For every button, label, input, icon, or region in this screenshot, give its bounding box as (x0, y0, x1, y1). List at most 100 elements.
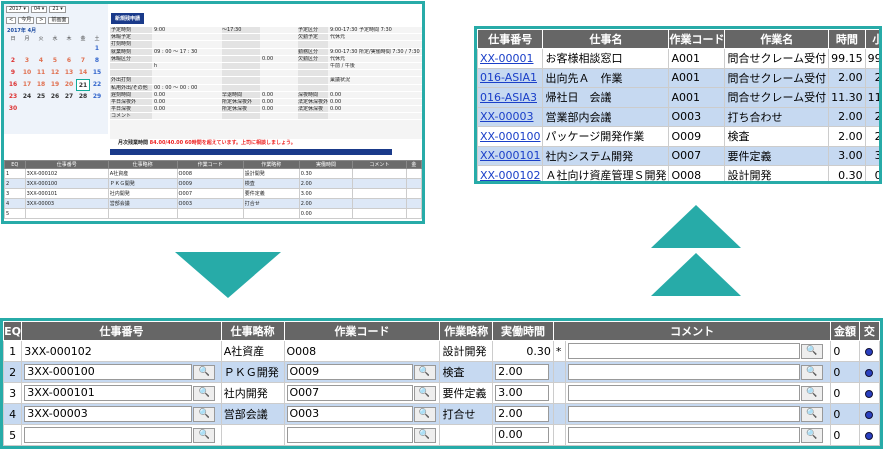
form-cell-v2[interactable] (260, 113, 298, 119)
job-number-link[interactable]: XX-000101 (477, 145, 544, 166)
magnifier-icon[interactable]: 🔍 (801, 427, 823, 443)
form-cell-v[interactable]: 0.00 (152, 92, 222, 98)
comment-input[interactable] (568, 385, 800, 401)
magnifier-icon[interactable]: 🔍 (413, 385, 436, 401)
form-cell-v3[interactable]: 代休元 (328, 34, 422, 40)
form-cell-v2[interactable] (260, 63, 298, 69)
calendar-day[interactable]: 23 (6, 91, 20, 103)
form-cell-v2[interactable] (260, 34, 298, 40)
magnifier-icon[interactable]: 🔍 (193, 427, 216, 443)
calendar-day[interactable]: 20 (62, 79, 76, 91)
calendar-day[interactable]: 9 (6, 67, 20, 79)
hours-input[interactable]: 2.00 (495, 364, 550, 380)
job-number-link[interactable]: XX-000102 (477, 165, 544, 181)
calendar-day[interactable]: 22 (90, 79, 104, 91)
form-cell-v2[interactable] (260, 77, 298, 83)
magnifier-icon[interactable]: 🔍 (413, 364, 436, 380)
month-select[interactable]: 04 ▾ (30, 6, 48, 13)
form-cell-v[interactable] (152, 70, 222, 76)
form-cell-v[interactable] (152, 34, 222, 40)
comment-input[interactable] (568, 427, 800, 443)
form-cell-v[interactable]: 00 : 00 ～ 00 : 00 (152, 85, 222, 91)
form-cell-v3[interactable]: 9:00-17:30 予定時間 7:30 (328, 27, 422, 33)
comment-input[interactable] (568, 406, 800, 422)
form-cell-v2[interactable] (260, 49, 298, 55)
calendar-day[interactable]: 25 (34, 91, 48, 103)
calendar-day[interactable]: 30 (6, 103, 20, 115)
new-overtime-request-button[interactable]: 新規残申請 (111, 13, 145, 24)
back-button[interactable]: 前画面 (48, 17, 70, 24)
this-month-button[interactable]: 今月 (18, 17, 35, 24)
form-cell-v3[interactable] (328, 70, 422, 76)
form-cell-v3[interactable]: 0.00 (328, 92, 422, 98)
form-cell-v3[interactable] (328, 85, 422, 91)
job-number-link[interactable]: 016-ASIA1 (477, 67, 544, 88)
calendar-day[interactable]: 27 (62, 91, 76, 103)
form-cell-v3[interactable] (328, 41, 422, 47)
calendar-day[interactable]: 13 (62, 67, 76, 79)
calendar-day[interactable]: 18 (34, 79, 48, 91)
form-cell-v3[interactable]: 代休元 (328, 56, 422, 62)
hours-input[interactable]: 2.00 (495, 406, 550, 422)
comment-input[interactable] (568, 364, 800, 380)
calendar-day[interactable]: 1 (90, 43, 104, 55)
calendar-day[interactable]: 12 (48, 67, 62, 79)
magnifier-icon[interactable]: 🔍 (801, 385, 823, 401)
circle-dot-icon[interactable] (865, 410, 874, 419)
circle-dot-icon[interactable] (865, 389, 874, 398)
hours-input[interactable]: 0.00 (495, 427, 550, 443)
circle-dot-icon[interactable] (865, 431, 874, 440)
calendar-day[interactable]: 26 (48, 91, 62, 103)
form-cell-v2[interactable]: 0.00 (260, 56, 298, 62)
form-cell-v2[interactable]: 0.00 (260, 106, 298, 112)
job-number-input[interactable]: 3XX-000100 (24, 364, 193, 380)
task-code-input[interactable] (286, 427, 413, 443)
job-number-input[interactable]: 3XX-000101 (24, 385, 193, 401)
job-number-link[interactable]: XX-00001 (477, 48, 544, 69)
form-cell-v[interactable]: 9:00 (152, 27, 222, 33)
calendar-day[interactable]: 19 (48, 79, 62, 91)
form-cell-v2[interactable] (260, 70, 298, 76)
form-cell-v[interactable]: 09 : 00 ～ 17 : 30 (152, 49, 222, 55)
comment-input[interactable] (568, 343, 800, 359)
hours-input[interactable]: 3.00 (495, 385, 550, 401)
form-cell-v2[interactable]: 0.00 (260, 99, 298, 105)
form-cell-v3[interactable]: 9:00-17:30 所定/実働時間 7:30 / 7:30 (328, 49, 422, 55)
calendar-day[interactable]: 16 (6, 79, 20, 91)
day-select[interactable]: 21 ▾ (49, 6, 66, 13)
form-cell-v[interactable] (152, 113, 222, 119)
task-code-input[interactable]: O007 (286, 385, 413, 401)
form-cell-v[interactable] (152, 56, 222, 62)
form-cell-v3[interactable]: 0.00 (328, 99, 422, 105)
form-cell-v2[interactable] (260, 85, 298, 91)
job-number-input[interactable] (24, 427, 193, 443)
calendar-day[interactable]: 10 (20, 67, 34, 79)
calendar-day[interactable]: 17 (20, 79, 34, 91)
calendar-day[interactable]: 7 (76, 55, 90, 67)
job-number-link[interactable]: XX-000100 (477, 126, 544, 147)
form-cell-v[interactable]: 0.00 (152, 106, 222, 112)
task-code-input[interactable]: O009 (286, 364, 413, 380)
form-cell-v3[interactable]: 午前 / 午後 (328, 63, 422, 69)
magnifier-icon[interactable]: 🔍 (413, 427, 436, 443)
form-cell-v2[interactable] (260, 41, 298, 47)
magnifier-icon[interactable]: 🔍 (801, 364, 823, 380)
job-number-input[interactable]: 3XX-00003 (24, 406, 193, 422)
form-cell-v[interactable]: 0.00 (152, 99, 222, 105)
form-cell-v2[interactable] (260, 27, 298, 33)
form-cell-v3[interactable]: 0.00 (328, 106, 422, 112)
calendar-day[interactable]: 8 (90, 55, 104, 67)
year-select[interactable]: 2017 ▾ (6, 6, 29, 13)
job-number-link[interactable]: 016-ASIA3 (477, 87, 544, 108)
calendar-day[interactable]: 5 (48, 55, 62, 67)
calendar-day[interactable]: 2 (6, 55, 20, 67)
task-code-input[interactable]: O003 (286, 406, 413, 422)
calendar-day[interactable]: 24 (20, 91, 34, 103)
circle-dot-icon[interactable] (865, 347, 874, 356)
next-month-button[interactable]: > (36, 17, 47, 24)
calendar-day[interactable]: 14 (76, 67, 90, 79)
prev-month-button[interactable]: < (6, 17, 17, 24)
magnifier-icon[interactable]: 🔍 (801, 343, 823, 359)
calendar-day[interactable]: 4 (34, 55, 48, 67)
magnifier-icon[interactable]: 🔍 (193, 364, 216, 380)
